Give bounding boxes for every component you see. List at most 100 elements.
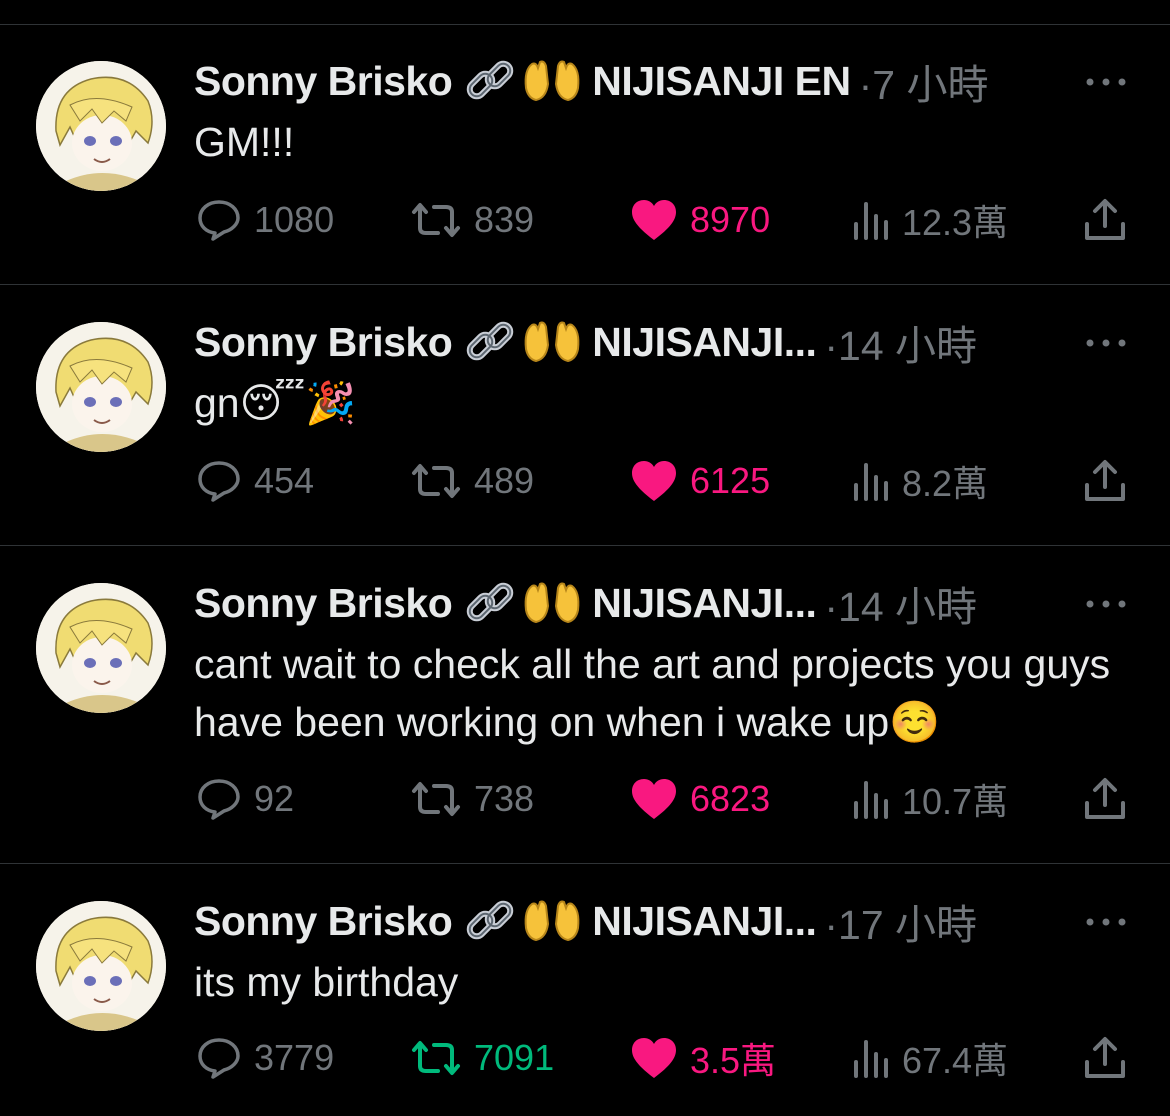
share-icon bbox=[1085, 778, 1125, 819]
tweet-text: gn😴🎉 bbox=[194, 380, 357, 426]
author-name[interactable]: Sonny Brisko bbox=[194, 319, 453, 366]
reply-icon bbox=[198, 1038, 240, 1079]
more-icon[interactable] bbox=[1084, 336, 1128, 348]
affiliation-label[interactable]: NIJISANJI... bbox=[592, 898, 817, 945]
tweet-time[interactable]: ·14 小時 bbox=[824, 312, 977, 372]
tweet-text: cant wait to check all the art and proje… bbox=[194, 641, 1111, 745]
tweet-header: Sonny Brisko NIJISANJI... ·14 小時 bbox=[194, 316, 977, 370]
like-count: 3.5萬 bbox=[690, 1040, 777, 1081]
retweet-icon bbox=[412, 464, 460, 498]
tweet[interactable]: Sonny Brisko NIJISANJI... ·14 小時 cant wa… bbox=[0, 547, 1170, 864]
retweet-count: 7091 bbox=[474, 1037, 555, 1078]
raising-hands-icon bbox=[522, 58, 582, 104]
like-button[interactable]: 6125 bbox=[630, 456, 770, 506]
view-count: 67.4萬 bbox=[902, 1040, 1009, 1081]
views-icon bbox=[854, 781, 888, 819]
retweet-button[interactable]: 7091 bbox=[410, 1033, 554, 1083]
retweet-button[interactable]: 839 bbox=[410, 195, 534, 245]
tweet-text: its my birthday bbox=[194, 959, 459, 1005]
author-name[interactable]: Sonny Brisko bbox=[194, 58, 453, 105]
reply-icon bbox=[198, 200, 240, 241]
link-icon bbox=[464, 896, 518, 946]
tweet-header: Sonny Brisko NIJISANJI... ·17 小時 bbox=[194, 895, 977, 949]
reply-button[interactable]: 3779 bbox=[196, 1033, 334, 1083]
retweet-count: 738 bbox=[474, 778, 535, 819]
reply-icon bbox=[198, 779, 240, 820]
tweet-time[interactable]: ·14 小時 bbox=[824, 573, 977, 633]
avatar[interactable] bbox=[36, 61, 166, 191]
share-button[interactable] bbox=[1082, 456, 1128, 506]
reply-count: 454 bbox=[254, 460, 315, 501]
reply-icon bbox=[198, 461, 240, 502]
more-icon[interactable] bbox=[1084, 597, 1128, 609]
tweet[interactable]: Sonny Brisko NIJISANJI EN ·7 小時 GM!!! 10… bbox=[0, 25, 1170, 285]
tweet-header: Sonny Brisko NIJISANJI EN ·7 小時 bbox=[194, 55, 988, 109]
like-button[interactable]: 8970 bbox=[630, 195, 770, 245]
tweet-time[interactable]: ·7 小時 bbox=[859, 51, 989, 111]
retweet-button[interactable]: 489 bbox=[410, 456, 534, 506]
share-button[interactable] bbox=[1082, 195, 1128, 245]
views-icon bbox=[854, 202, 888, 240]
like-button[interactable]: 3.5萬 bbox=[630, 1033, 776, 1083]
retweet-icon bbox=[412, 782, 460, 816]
raising-hands-icon bbox=[522, 319, 582, 365]
avatar[interactable] bbox=[36, 322, 166, 452]
tweet[interactable]: Sonny Brisko NIJISANJI... ·17 小時 its my … bbox=[0, 865, 1170, 1116]
tweet-actions: 454 489 6125 8.2萬 bbox=[0, 456, 1170, 506]
raising-hands-icon bbox=[522, 580, 582, 626]
link-icon bbox=[464, 578, 518, 628]
tweet[interactable]: Sonny Brisko NIJISANJI... ·14 小時 gn😴🎉 45… bbox=[0, 286, 1170, 546]
retweet-icon bbox=[412, 1041, 460, 1075]
share-button[interactable] bbox=[1082, 774, 1128, 824]
more-icon[interactable] bbox=[1084, 75, 1128, 87]
view-count: 12.3萬 bbox=[902, 202, 1009, 243]
views-button[interactable]: 12.3萬 bbox=[852, 195, 1008, 245]
tweet-actions: 92 738 6823 10.7萬 bbox=[0, 774, 1170, 824]
reply-count: 1080 bbox=[254, 199, 335, 240]
retweet-count: 489 bbox=[474, 460, 535, 501]
reply-button[interactable]: 1080 bbox=[196, 195, 334, 245]
reply-button[interactable]: 454 bbox=[196, 456, 314, 506]
author-name[interactable]: Sonny Brisko bbox=[194, 898, 453, 945]
retweet-icon bbox=[412, 203, 460, 237]
link-icon bbox=[464, 56, 518, 106]
affiliation-label[interactable]: NIJISANJI... bbox=[592, 319, 817, 366]
reply-count: 92 bbox=[254, 778, 295, 819]
views-button[interactable]: 67.4萬 bbox=[852, 1033, 1008, 1083]
affiliation-label[interactable]: NIJISANJI... bbox=[592, 580, 817, 627]
like-button[interactable]: 6823 bbox=[630, 774, 770, 824]
tweet-actions: 3779 7091 3.5萬 67.4萬 bbox=[0, 1033, 1170, 1083]
heart-icon bbox=[632, 1038, 676, 1078]
view-count: 10.7萬 bbox=[902, 781, 1009, 822]
tweet-header: Sonny Brisko NIJISANJI... ·14 小時 bbox=[194, 577, 977, 631]
tweet-actions: 1080 839 8970 12.3萬 bbox=[0, 195, 1170, 245]
reply-count: 3779 bbox=[254, 1037, 335, 1078]
view-count: 8.2萬 bbox=[902, 463, 989, 504]
share-icon bbox=[1085, 1037, 1125, 1078]
heart-icon bbox=[632, 200, 676, 240]
avatar[interactable] bbox=[36, 901, 166, 1031]
retweet-button[interactable]: 738 bbox=[410, 774, 534, 824]
raising-hands-icon bbox=[522, 898, 582, 944]
views-button[interactable]: 8.2萬 bbox=[852, 456, 988, 506]
heart-icon bbox=[632, 461, 676, 501]
affiliation-label[interactable]: NIJISANJI EN bbox=[592, 58, 851, 105]
views-button[interactable]: 10.7萬 bbox=[852, 774, 1008, 824]
share-button[interactable] bbox=[1082, 1033, 1128, 1083]
avatar[interactable] bbox=[36, 583, 166, 713]
retweet-count: 839 bbox=[474, 199, 535, 240]
tweet-text: GM!!! bbox=[194, 119, 295, 165]
link-icon bbox=[464, 317, 518, 367]
like-count: 6823 bbox=[690, 778, 771, 819]
heart-icon bbox=[632, 779, 676, 819]
share-icon bbox=[1085, 460, 1125, 501]
author-name[interactable]: Sonny Brisko bbox=[194, 580, 453, 627]
tweet-time[interactable]: ·17 小時 bbox=[824, 891, 977, 951]
share-icon bbox=[1085, 199, 1125, 240]
views-icon bbox=[854, 1040, 888, 1078]
like-count: 6125 bbox=[690, 460, 771, 501]
like-count: 8970 bbox=[690, 199, 771, 240]
reply-button[interactable]: 92 bbox=[196, 774, 294, 824]
views-icon bbox=[854, 463, 888, 501]
more-icon[interactable] bbox=[1084, 915, 1128, 927]
